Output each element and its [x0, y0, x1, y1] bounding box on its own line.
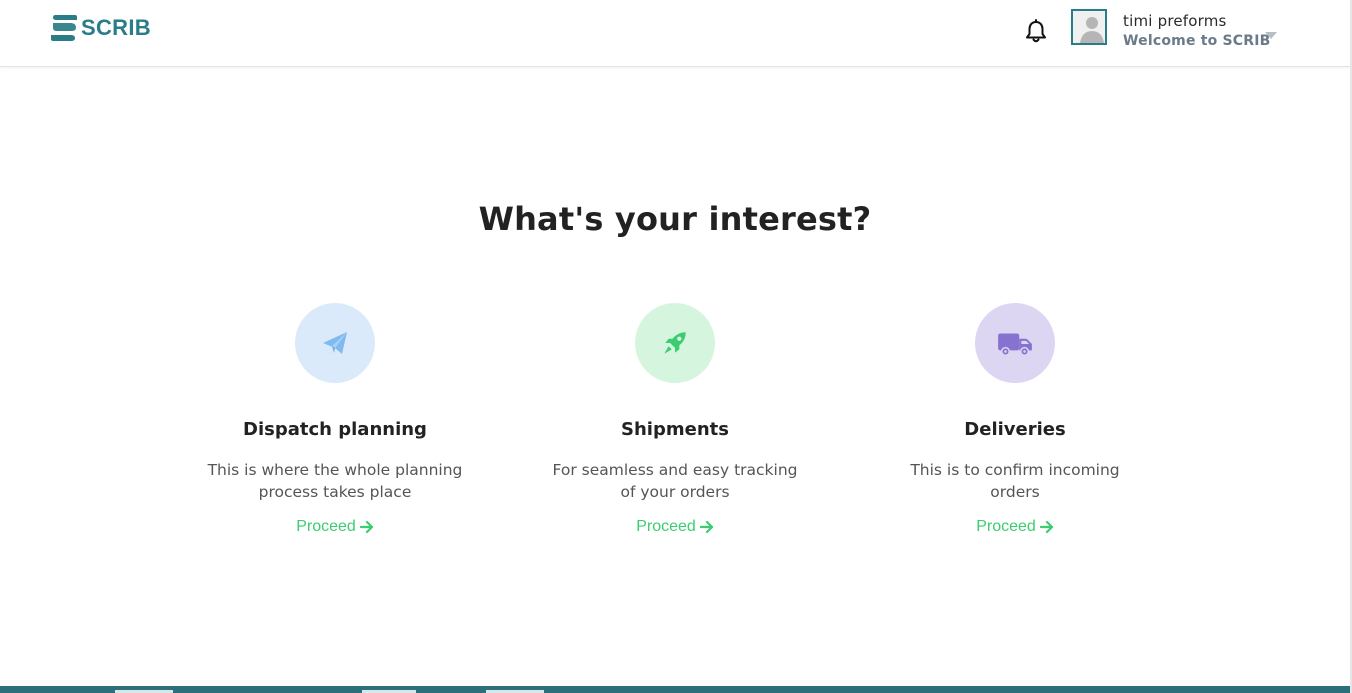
card-title: Dispatch planning — [243, 419, 427, 440]
card-description: For seamless and easy tracking of your o… — [552, 461, 798, 501]
bell-icon[interactable] — [1022, 18, 1050, 46]
footer-bar — [0, 686, 1350, 693]
brand-name: SCRIB — [81, 15, 151, 40]
card-dispatch-planning: Dispatch planning This is where the whol… — [185, 303, 485, 536]
card-icon-circle — [635, 303, 715, 383]
card-shipments: Shipments For seamless and easy tracking… — [525, 303, 825, 536]
card-deliveries: Deliveries This is to confirm incoming o… — [865, 303, 1165, 536]
arrow-right-icon — [359, 520, 373, 534]
paper-plane-icon — [323, 332, 347, 354]
avatar[interactable] — [1071, 9, 1107, 45]
card-title: Shipments — [621, 419, 729, 440]
proceed-label: Proceed — [296, 518, 356, 535]
card-icon-circle — [975, 303, 1055, 383]
chevron-down-icon[interactable] — [1264, 30, 1278, 40]
card-description: This is to confirm incoming orders — [910, 461, 1120, 501]
card-title: Deliveries — [964, 419, 1066, 440]
arrow-right-icon — [1039, 520, 1053, 534]
user-name: timi preforms — [1123, 12, 1227, 30]
proceed-link-deliveries[interactable]: Proceed — [976, 518, 1054, 536]
truck-icon — [998, 333, 1032, 357]
user-silhouette-icon — [1073, 11, 1105, 43]
page-title: What's your interest? — [478, 200, 872, 238]
card-description: This is where the whole planning process… — [207, 461, 463, 501]
proceed-label: Proceed — [976, 518, 1036, 535]
arrow-right-icon — [699, 520, 713, 534]
proceed-link-dispatch[interactable]: Proceed — [296, 518, 374, 536]
proceed-label: Proceed — [636, 518, 696, 535]
proceed-link-shipments[interactable]: Proceed — [636, 518, 714, 536]
card-icon-circle — [295, 303, 375, 383]
user-welcome-text: Welcome to SCRIB — [1123, 33, 1271, 49]
rocket-icon — [664, 332, 686, 354]
top-header: SCRIB timi preforms Welcome to SCRIB — [0, 0, 1350, 67]
scrib-logo-icon — [51, 15, 77, 41]
brand-logo[interactable]: SCRIB — [49, 13, 151, 43]
